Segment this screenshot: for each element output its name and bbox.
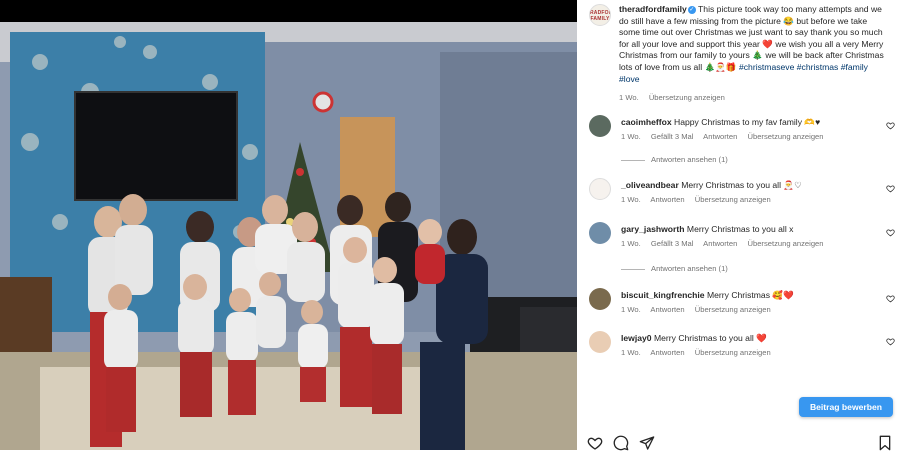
comment-text-block: lewjay0 Merry Christmas to you all ❤️	[621, 333, 876, 344]
comment-reply-button[interactable]: Antworten	[650, 195, 684, 204]
view-replies-button[interactable]: Antworten ansehen (1)	[621, 264, 728, 273]
comment-time: 1 Wo.	[621, 239, 641, 248]
comment-translate-link[interactable]: Übersetzung anzeigen	[748, 132, 824, 141]
comment-likes[interactable]: Gefällt 3 Mal	[651, 132, 694, 141]
post-photo-pane	[0, 0, 577, 450]
comment-translate-link[interactable]: Übersetzung anzeigen	[748, 239, 824, 248]
heart-icon[interactable]	[886, 337, 895, 346]
comment-item: _oliveandbear Merry Christmas to you all…	[589, 178, 899, 222]
comment-reply-button[interactable]: Antworten	[650, 305, 684, 314]
comment-text: Merry Christmas 🥰❤️	[706, 290, 794, 300]
post-time[interactable]: 1 Wo.	[619, 93, 639, 102]
comment-text-block: _oliveandbear Merry Christmas to you all…	[621, 180, 876, 191]
comment-username[interactable]: biscuit_kingfrenchie	[621, 290, 705, 300]
avatar-logo-text: RADFORD FAMILY	[590, 10, 610, 22]
view-replies-label: Antworten ansehen (1)	[651, 264, 728, 273]
comment-text-block: biscuit_kingfrenchie Merry Christmas 🥰❤️	[621, 290, 876, 301]
comment-meta: 1 Wo. Antworten Übersetzung anzeigen	[621, 305, 779, 314]
comment-translate-link[interactable]: Übersetzung anzeigen	[695, 195, 771, 204]
comment-text: Merry Christmas to you all 🎅♡	[681, 180, 802, 190]
comment-username[interactable]: _oliveandbear	[621, 180, 679, 190]
comment-text: Merry Christmas to you all x	[686, 224, 794, 234]
comment-text: Merry Christmas to you all ❤️	[653, 333, 767, 343]
post-meta: 1 Wo. Übersetzung anzeigen	[619, 93, 733, 102]
comment-likes[interactable]: Gefällt 3 Mal	[651, 239, 694, 248]
comment-avatar[interactable]	[589, 115, 611, 137]
comment-text-block: gary_jashworth Merry Christmas to you al…	[621, 224, 876, 235]
post-avatar[interactable]: RADFORD FAMILY	[589, 4, 611, 26]
comment-reply-button[interactable]: Antworten	[703, 239, 737, 248]
comment-meta: 1 Wo. Gefällt 3 Mal Antworten Übersetzun…	[621, 239, 832, 248]
comment-text-block: caoimheffox Happy Christmas to my fav fa…	[621, 117, 876, 128]
comment-time: 1 Wo.	[621, 348, 641, 357]
comment-reply-button[interactable]: Antworten	[703, 132, 737, 141]
comment-item: biscuit_kingfrenchie Merry Christmas 🥰❤️…	[589, 288, 899, 332]
comment-translate-link[interactable]: Übersetzung anzeigen	[695, 348, 771, 357]
verified-icon: ✓	[687, 5, 696, 14]
comment-avatar[interactable]	[589, 178, 611, 200]
view-replies-label: Antworten ansehen (1)	[651, 155, 728, 164]
heart-icon[interactable]	[886, 228, 895, 237]
comment-time: 1 Wo.	[621, 305, 641, 314]
post-username[interactable]: theradfordfamily	[619, 4, 687, 14]
heart-icon[interactable]	[886, 121, 895, 130]
caption-text-block: theradfordfamily ✓ This picture took way …	[619, 4, 887, 85]
comment-avatar[interactable]	[589, 222, 611, 244]
promote-post-button[interactable]: Beitrag bewerben	[799, 397, 893, 417]
comment-item: caoimheffox Happy Christmas to my fav fa…	[589, 115, 899, 159]
heart-icon[interactable]	[886, 294, 895, 303]
share-icon[interactable]	[639, 435, 655, 451]
comment-time: 1 Wo.	[621, 195, 641, 204]
bookmark-icon[interactable]	[877, 435, 893, 451]
comment-username[interactable]: caoimheffox	[621, 117, 672, 127]
comment-meta: 1 Wo. Gefällt 3 Mal Antworten Übersetzun…	[621, 132, 832, 141]
comment-username[interactable]: lewjay0	[621, 333, 652, 343]
action-bar	[577, 425, 900, 451]
comments-panel: RADFORD FAMILY theradfordfamily✓ This pi…	[577, 0, 900, 451]
comment-reply-button[interactable]: Antworten	[650, 348, 684, 357]
comment-item: gary_jashworth Merry Christmas to you al…	[589, 222, 899, 266]
comment-text: Happy Christmas to my fav family 🫶♥	[674, 117, 821, 127]
comment-icon[interactable]	[613, 435, 629, 451]
family-christmas-photo	[0, 22, 577, 450]
comment-translate-link[interactable]: Übersetzung anzeigen	[695, 305, 771, 314]
comment-avatar[interactable]	[589, 288, 611, 310]
view-replies-button[interactable]: Antworten ansehen (1)	[621, 155, 728, 164]
comment-username[interactable]: gary_jashworth	[621, 224, 685, 234]
comment-avatar[interactable]	[589, 331, 611, 353]
comment-time: 1 Wo.	[621, 132, 641, 141]
comment-item: lewjay0 Merry Christmas to you all ❤️ 1 …	[589, 331, 899, 375]
comment-meta: 1 Wo. Antworten Übersetzung anzeigen	[621, 195, 779, 204]
comment-meta: 1 Wo. Antworten Übersetzung anzeigen	[621, 348, 779, 357]
heart-icon[interactable]	[587, 435, 603, 451]
heart-icon[interactable]	[886, 184, 895, 193]
post-translate-link[interactable]: Übersetzung anzeigen	[649, 93, 725, 102]
